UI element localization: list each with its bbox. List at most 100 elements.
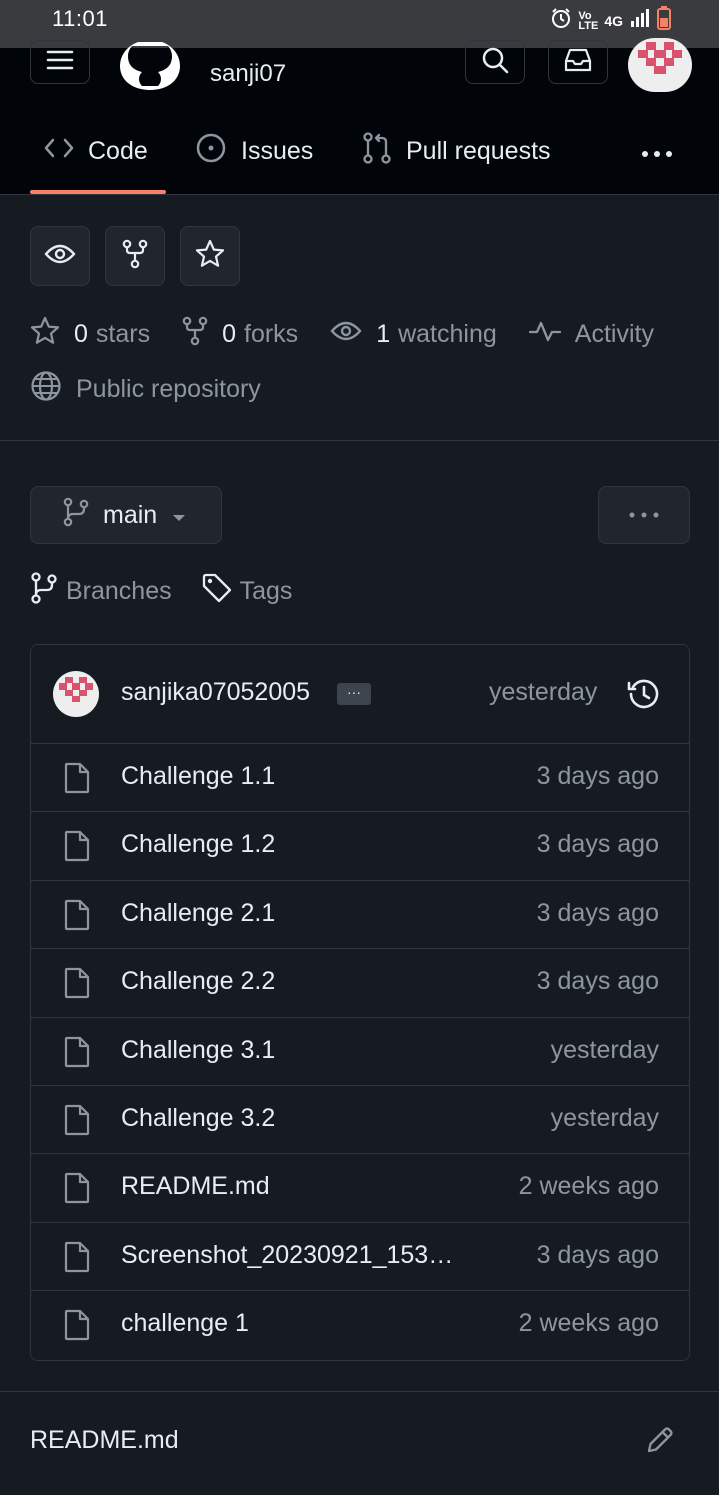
branches-label: Branches	[66, 577, 172, 605]
signal-icon	[629, 8, 651, 33]
status-icons: Vo LTE 4G	[550, 6, 671, 35]
volte-icon: Vo LTE	[578, 9, 599, 32]
commit-message-toggle[interactable]: ···	[337, 683, 371, 705]
caret-down-icon	[171, 501, 187, 530]
commit-author-avatar[interactable]	[53, 671, 99, 717]
file-name[interactable]: Challenge 3.2	[121, 1104, 275, 1133]
file-row[interactable]: Challenge 3.2 yesterday	[31, 1085, 689, 1155]
file-time: yesterday	[550, 1035, 659, 1064]
file-time: 2 weeks ago	[518, 1172, 659, 1201]
pencil-icon[interactable]	[644, 1424, 676, 1461]
watching-label: watching	[398, 319, 497, 348]
battery-icon	[657, 6, 671, 35]
watching-count: 1	[376, 319, 391, 348]
eye-icon	[330, 319, 376, 350]
tab-issues[interactable]: Issues	[195, 128, 313, 174]
commit-time: yesterday	[489, 678, 598, 706]
tags-label: Tags	[239, 577, 293, 605]
file-time: 3 days ago	[536, 1240, 659, 1269]
globe-icon	[30, 370, 62, 409]
visibility-info: Public repository	[30, 370, 261, 409]
file-name[interactable]: Challenge 1.1	[121, 762, 275, 791]
header-divider	[0, 194, 719, 195]
tag-icon	[202, 573, 232, 610]
eye-icon	[44, 242, 76, 271]
file-row[interactable]: Challenge 3.1 yesterday	[31, 1017, 689, 1086]
latest-commit[interactable]: sanjika07052005 ··· yesterday	[31, 645, 689, 744]
file-icon	[63, 1104, 91, 1141]
watch-button[interactable]	[30, 226, 90, 286]
branch-more-button[interactable]	[598, 486, 690, 544]
file-row[interactable]: Challenge 1.2 3 days ago	[31, 812, 689, 881]
file-icon	[63, 899, 91, 936]
file-row[interactable]: Challenge 2.1 3 days ago	[31, 880, 689, 950]
file-time: yesterday	[550, 1103, 659, 1132]
pulse-icon	[528, 319, 575, 350]
github-logo-icon[interactable]	[120, 40, 180, 90]
file-name[interactable]: challenge 1	[121, 1309, 249, 1338]
file-name[interactable]: Challenge 1.2	[121, 830, 275, 859]
tab-pull-requests[interactable]: Pull requests	[362, 128, 551, 174]
status-bar: 11:01 Vo LTE 4G	[0, 0, 719, 48]
tab-code[interactable]: Code	[44, 128, 148, 174]
file-time: 3 days ago	[536, 967, 659, 996]
star-icon	[195, 239, 225, 274]
file-row[interactable]: Challenge 2.2 3 days ago	[31, 949, 689, 1018]
watching-link[interactable]: 1 watching	[330, 319, 497, 350]
readme-header: README.md	[0, 1392, 719, 1495]
fork-icon	[182, 316, 222, 353]
file-time: 3 days ago	[536, 830, 659, 859]
visibility-label: Public repository	[76, 375, 261, 403]
tab-pull-requests-label: Pull requests	[406, 136, 551, 165]
file-name[interactable]: Screenshot_20230921_153…	[121, 1241, 453, 1270]
menu-icon	[46, 49, 74, 76]
activity-link[interactable]: Activity	[528, 319, 654, 350]
alarm-icon	[550, 7, 572, 34]
branch-selector[interactable]: main	[30, 486, 222, 544]
file-name[interactable]: Challenge 2.1	[121, 899, 275, 928]
more-horizontal-icon	[628, 506, 660, 524]
file-name[interactable]: Challenge 3.1	[121, 1036, 275, 1065]
forks-count: 0	[222, 319, 236, 348]
file-icon	[63, 830, 91, 867]
file-icon	[63, 1036, 91, 1073]
file-row[interactable]: Challenge 1.1 3 days ago	[31, 744, 689, 813]
search-button[interactable]	[465, 40, 525, 84]
user-avatar[interactable]	[628, 38, 692, 92]
history-icon[interactable]	[627, 677, 661, 716]
activity-label: Activity	[574, 319, 654, 348]
file-time: 2 weeks ago	[518, 1309, 659, 1338]
file-name[interactable]: Challenge 2.2	[121, 967, 275, 996]
branch-links: Branches Tags	[30, 572, 322, 611]
tags-link[interactable]: Tags	[202, 573, 293, 610]
star-button[interactable]	[180, 226, 240, 286]
fork-icon	[122, 239, 148, 274]
forks-label: forks	[244, 319, 299, 348]
file-row[interactable]: Screenshot_20230921_153… 3 days ago	[31, 1222, 689, 1292]
issue-icon	[195, 132, 227, 171]
stars-count: 0	[74, 319, 88, 348]
fork-button[interactable]	[105, 226, 165, 286]
inbox-button[interactable]	[548, 40, 608, 84]
repo-owner-name[interactable]: sanji07	[210, 60, 286, 88]
network-type: 4G	[604, 12, 623, 29]
status-time: 11:01	[52, 6, 108, 31]
readme-title: README.md	[30, 1426, 179, 1454]
forks-link[interactable]: 0 forks	[182, 316, 298, 353]
commit-author[interactable]: sanjika07052005	[121, 678, 310, 707]
code-icon	[44, 137, 74, 166]
file-time: 3 days ago	[536, 898, 659, 927]
branch-name: main	[103, 500, 158, 529]
tabs-more-button[interactable]	[640, 128, 674, 174]
branches-link[interactable]: Branches	[30, 572, 172, 611]
file-name[interactable]: README.md	[121, 1172, 270, 1201]
inbox-icon	[563, 47, 593, 78]
tab-code-label: Code	[88, 136, 148, 165]
stars-link[interactable]: 0 stars	[30, 316, 150, 353]
menu-button[interactable]	[30, 40, 90, 84]
file-row[interactable]: challenge 1 2 weeks ago	[31, 1291, 689, 1360]
file-icon	[63, 1309, 91, 1346]
more-horizontal-icon	[640, 137, 674, 166]
file-row[interactable]: README.md 2 weeks ago	[31, 1154, 689, 1223]
file-icon	[63, 1241, 91, 1278]
